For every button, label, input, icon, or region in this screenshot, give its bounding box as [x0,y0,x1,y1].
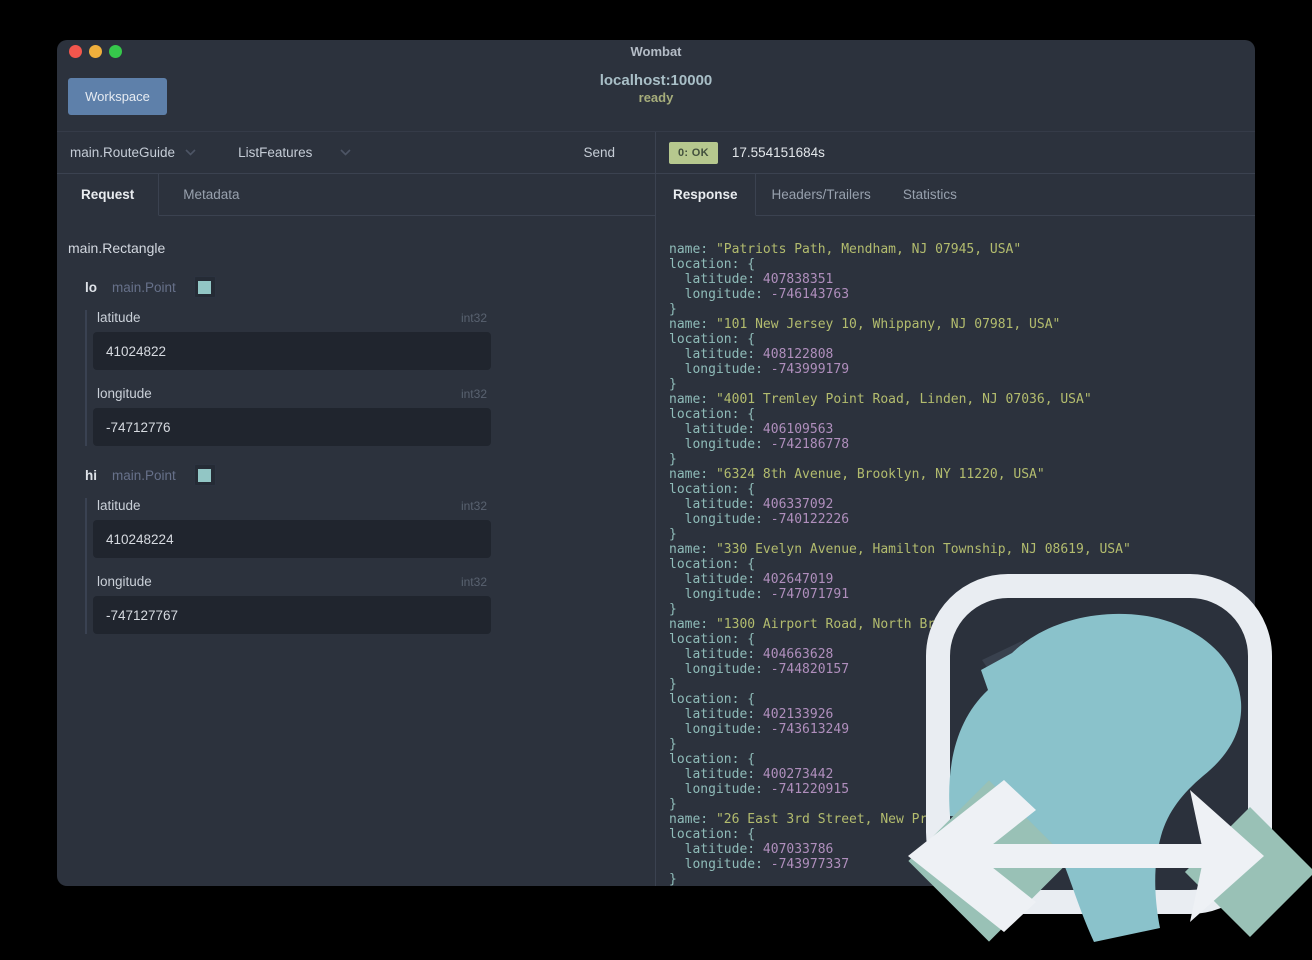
call-duration: 17.554151684s [731,145,825,160]
code-line: latitude: 406109563 [669,422,834,437]
result-bar: 0: OK 17.554151684s [656,132,1255,174]
code-line: latitude: 408122808 [669,347,834,362]
code-line: } [669,377,677,392]
group-field-type: main.Point [112,467,176,483]
code-line: latitude: 406337092 [669,497,834,512]
connection-status: ready [638,90,674,105]
send-button[interactable]: Send [577,144,621,161]
group-field-name: lo [85,279,97,295]
field-head: latitude int32 [93,498,491,513]
checkbox-check-icon [198,468,212,482]
message-toggle-checkbox[interactable] [193,276,216,298]
field-label: longitude [97,386,152,401]
group-field-name: hi [85,467,97,483]
group-header: hi main.Point [85,464,655,486]
field-head: longitude int32 [93,574,491,589]
code-line: longitude: -742186778 [669,437,850,452]
code-line: location: { [669,332,756,347]
message-type-label: main.Rectangle [68,240,166,256]
code-line: location: { [669,407,756,422]
request-tabs: Request Metadata [57,174,655,216]
field-input-latitude[interactable] [93,520,491,558]
header: Workspace localhost:10000 ready [57,62,1255,131]
tab-response[interactable]: Response [656,174,756,216]
code-line: longitude: -740122226 [669,512,850,527]
code-line: name: "101 New Jersey 10, Whippany, NJ 0… [669,317,1061,332]
service-select[interactable]: main.RouteGuide [70,145,196,160]
wombat-logo [908,574,1312,942]
code-line: latitude: 407838351 [669,272,834,287]
form-field: longitude int32 [93,574,655,634]
code-line: longitude: -743999179 [669,362,850,377]
chevron-down-icon [340,149,351,156]
code-line: name: "Patriots Path, Mendham, NJ 07945,… [669,242,1022,257]
window-title: Wombat [630,44,682,59]
method-select[interactable]: ListFeatures [238,145,351,160]
group-header: lo main.Point [85,276,655,298]
request-pane: main.RouteGuide ListFeatures Send Reques… [57,132,656,886]
code-line: name: "6324 8th Avenue, Brooklyn, NY 112… [669,467,1045,482]
form-group: hi main.Point latitude int32 longitude int32 [68,464,655,634]
tab-statistics[interactable]: Statistics [887,174,973,215]
group-fields: latitude int32 longitude int32 [85,498,655,634]
field-label: latitude [97,310,141,325]
field-type-hint: int32 [460,575,487,589]
field-input-latitude[interactable] [93,332,491,370]
form-field: latitude int32 [93,498,655,558]
code-line: name: "4001 Tremley Point Road, Linden, … [669,392,1092,407]
response-tabs: Response Headers/Trailers Statistics [656,174,1255,216]
group-fields: latitude int32 longitude int32 [85,310,655,446]
call-toolbar: main.RouteGuide ListFeatures Send [57,132,655,174]
server-address: localhost:10000 [599,72,713,89]
field-head: latitude int32 [93,310,491,325]
title-bar: Wombat [57,40,1255,62]
field-type-hint: int32 [460,499,487,513]
form-group: lo main.Point latitude int32 longitude int32 [68,276,655,446]
status-badge: 0: OK [669,141,718,164]
field-input-longitude[interactable] [93,408,491,446]
field-label: longitude [97,574,152,589]
tab-headers-trailers[interactable]: Headers/Trailers [756,174,887,215]
message-toggle-checkbox[interactable] [193,464,216,486]
connection-info: localhost:10000 ready [57,72,1255,106]
method-select-value: ListFeatures [238,145,313,160]
field-type-hint: int32 [460,311,487,325]
form-field: latitude int32 [93,310,655,370]
code-line: name: "330 Evelyn Avenue, Hamilton Towns… [669,542,1131,557]
request-form: main.Rectangle lo main.Point latitude int32… [57,216,655,886]
code-line: location: { [669,257,756,272]
field-label: latitude [97,498,141,513]
code-line: } [669,527,677,542]
code-line: longitude: -746143763 [669,287,850,302]
tab-metadata[interactable]: Metadata [159,174,263,215]
code-line: } [669,452,677,467]
field-input-longitude[interactable] [93,596,491,634]
form-field: longitude int32 [93,386,655,446]
code-line: } [669,302,677,317]
chevron-down-icon [185,149,196,156]
checkbox-check-icon [198,280,212,294]
field-head: longitude int32 [93,386,491,401]
group-field-type: main.Point [112,279,176,295]
code-line: location: { [669,482,756,497]
tab-request[interactable]: Request [57,174,160,216]
field-type-hint: int32 [460,387,487,401]
service-select-value: main.RouteGuide [70,145,176,160]
request-form-groups: lomain.Pointlatitudeint32longitudeint32h… [68,276,655,634]
